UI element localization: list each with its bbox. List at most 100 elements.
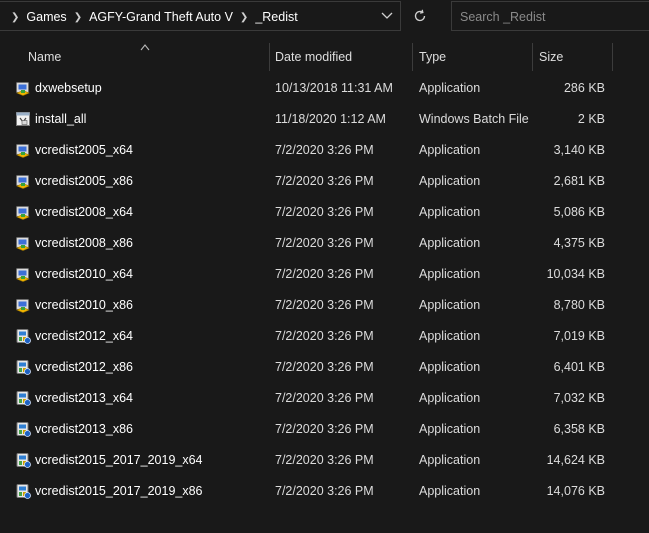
file-name: install_all [35, 112, 87, 126]
file-type: Application [419, 205, 481, 219]
file-date-modified: 7/2/2020 3:26 PM [275, 143, 374, 157]
file-size: 286 KB [563, 81, 605, 95]
file-date-modified: 7/2/2020 3:26 PM [275, 267, 374, 281]
column-header-size[interactable]: Size [539, 43, 563, 71]
file-size: 5,086 KB [553, 205, 605, 219]
file-date-modified: 11/18/2020 1:12 AM [275, 112, 386, 126]
setup-application-icon [16, 206, 30, 220]
file-type: Application [419, 81, 481, 95]
breadcrumb-item-redist[interactable]: _Redist [255, 10, 297, 24]
column-divider[interactable] [269, 43, 270, 71]
file-size: 4,375 KB [553, 236, 605, 250]
file-type: Application [419, 267, 481, 281]
file-row[interactable]: vcredist2013_x86 7/2/2020 3:26 PM Applicat… [0, 414, 649, 445]
file-name: vcredist2015_2017_2019_x64 [35, 453, 203, 467]
file-type: Application [419, 360, 481, 374]
file-date-modified: 7/2/2020 3:26 PM [275, 236, 374, 250]
batch-file-icon [16, 112, 30, 126]
file-name: vcredist2015_2017_2019_x86 [35, 484, 203, 498]
setup-application-icon [16, 268, 30, 282]
file-size: 6,358 KB [553, 422, 605, 436]
address-bar[interactable]: ❯ Games ❯ AGFY-Grand Theft Auto V ❯ _Red… [0, 1, 401, 31]
file-size: 6,401 KB [553, 360, 605, 374]
file-date-modified: 10/13/2018 11:31 AM [275, 81, 393, 95]
chevron-right-icon[interactable]: ❯ [240, 12, 248, 23]
file-name: vcredist2012_x86 [35, 360, 133, 374]
file-type: Application [419, 174, 481, 188]
file-name: vcredist2008_x64 [35, 205, 133, 219]
file-date-modified: 7/2/2020 3:26 PM [275, 360, 374, 374]
installer-application-icon [16, 422, 31, 437]
column-header-date[interactable]: Date modified [275, 43, 352, 71]
sort-up-icon [140, 44, 150, 51]
breadcrumb-item-games[interactable]: Games [26, 10, 66, 24]
file-name: vcredist2010_x86 [35, 298, 133, 312]
column-header-type[interactable]: Type [419, 43, 446, 71]
file-size: 7,019 KB [553, 329, 605, 343]
refresh-icon [414, 9, 426, 22]
column-divider[interactable] [612, 43, 613, 71]
file-row[interactable]: dxwebsetup 10/13/2018 11:31 AM Application… [0, 73, 649, 104]
file-row[interactable]: vcredist2010_x86 7/2/2020 3:26 PM Applicat… [0, 290, 649, 321]
file-size: 7,032 KB [553, 391, 605, 405]
file-name: vcredist2005_x64 [35, 143, 133, 157]
setup-application-icon [16, 237, 30, 251]
column-header-name[interactable]: Name [28, 43, 61, 71]
file-type: Application [419, 236, 481, 250]
setup-application-icon [16, 299, 30, 313]
chevron-right-icon[interactable]: ❯ [74, 12, 82, 23]
search-input[interactable] [458, 7, 642, 27]
setup-application-icon [16, 144, 30, 158]
installer-application-icon [16, 360, 31, 375]
file-type: Application [419, 484, 481, 498]
column-divider[interactable] [532, 43, 533, 71]
file-row[interactable]: install_all 11/18/2020 1:12 AM Windows Bat… [0, 104, 649, 135]
file-size: 14,624 KB [546, 453, 605, 467]
column-header-row: Name Date modified Type Size [0, 43, 649, 71]
file-size: 10,034 KB [546, 267, 605, 281]
refresh-button[interactable] [405, 2, 435, 30]
address-dropdown-button[interactable] [374, 2, 400, 30]
file-size: 2 KB [577, 112, 605, 126]
installer-application-icon [16, 329, 31, 344]
installer-application-icon [16, 391, 31, 406]
file-type: Application [419, 453, 481, 467]
file-date-modified: 7/2/2020 3:26 PM [275, 329, 374, 343]
column-divider[interactable] [412, 43, 413, 71]
file-type: Application [419, 298, 481, 312]
search-box[interactable] [451, 1, 649, 31]
file-date-modified: 7/2/2020 3:26 PM [275, 205, 374, 219]
file-date-modified: 7/2/2020 3:26 PM [275, 174, 374, 188]
file-date-modified: 7/2/2020 3:26 PM [275, 391, 374, 405]
setup-application-icon [16, 175, 30, 189]
file-name: vcredist2008_x86 [35, 236, 133, 250]
file-row[interactable]: vcredist2015_2017_2019_x86 7/2/2020 3:26 … [0, 476, 649, 507]
file-size: 8,780 KB [553, 298, 605, 312]
file-size: 14,076 KB [546, 484, 605, 498]
file-row[interactable]: vcredist2008_x86 7/2/2020 3:26 PM Applicat… [0, 228, 649, 259]
file-name: vcredist2012_x64 [35, 329, 133, 343]
file-name: vcredist2005_x86 [35, 174, 133, 188]
file-row[interactable]: vcredist2005_x86 7/2/2020 3:26 PM Applicat… [0, 166, 649, 197]
file-date-modified: 7/2/2020 3:26 PM [275, 422, 374, 436]
file-name: dxwebsetup [35, 81, 102, 95]
file-size: 2,681 KB [553, 174, 605, 188]
file-row[interactable]: vcredist2010_x64 7/2/2020 3:26 PM Applicat… [0, 259, 649, 290]
file-date-modified: 7/2/2020 3:26 PM [275, 453, 374, 467]
file-row[interactable]: vcredist2008_x64 7/2/2020 3:26 PM Applicat… [0, 197, 649, 228]
file-row[interactable]: vcredist2015_2017_2019_x64 7/2/2020 3:26 … [0, 445, 649, 476]
file-name: vcredist2010_x64 [35, 267, 133, 281]
file-row[interactable]: vcredist2013_x64 7/2/2020 3:26 PM Applicat… [0, 383, 649, 414]
breadcrumb-item-gta[interactable]: AGFY-Grand Theft Auto V [89, 10, 233, 24]
file-size: 3,140 KB [553, 143, 605, 157]
chevron-right-icon[interactable]: ❯ [11, 12, 19, 23]
file-name: vcredist2013_x86 [35, 422, 133, 436]
file-row[interactable]: vcredist2005_x64 7/2/2020 3:26 PM Applicat… [0, 135, 649, 166]
file-date-modified: 7/2/2020 3:26 PM [275, 484, 374, 498]
file-row[interactable]: vcredist2012_x64 7/2/2020 3:26 PM Applicat… [0, 321, 649, 352]
file-date-modified: 7/2/2020 3:26 PM [275, 298, 374, 312]
file-type: Windows Batch File [419, 112, 529, 126]
installer-application-icon [16, 453, 31, 468]
file-row[interactable]: vcredist2012_x86 7/2/2020 3:26 PM Applicat… [0, 352, 649, 383]
navigation-bar: ❯ Games ❯ AGFY-Grand Theft Auto V ❯ _Red… [0, 0, 649, 33]
